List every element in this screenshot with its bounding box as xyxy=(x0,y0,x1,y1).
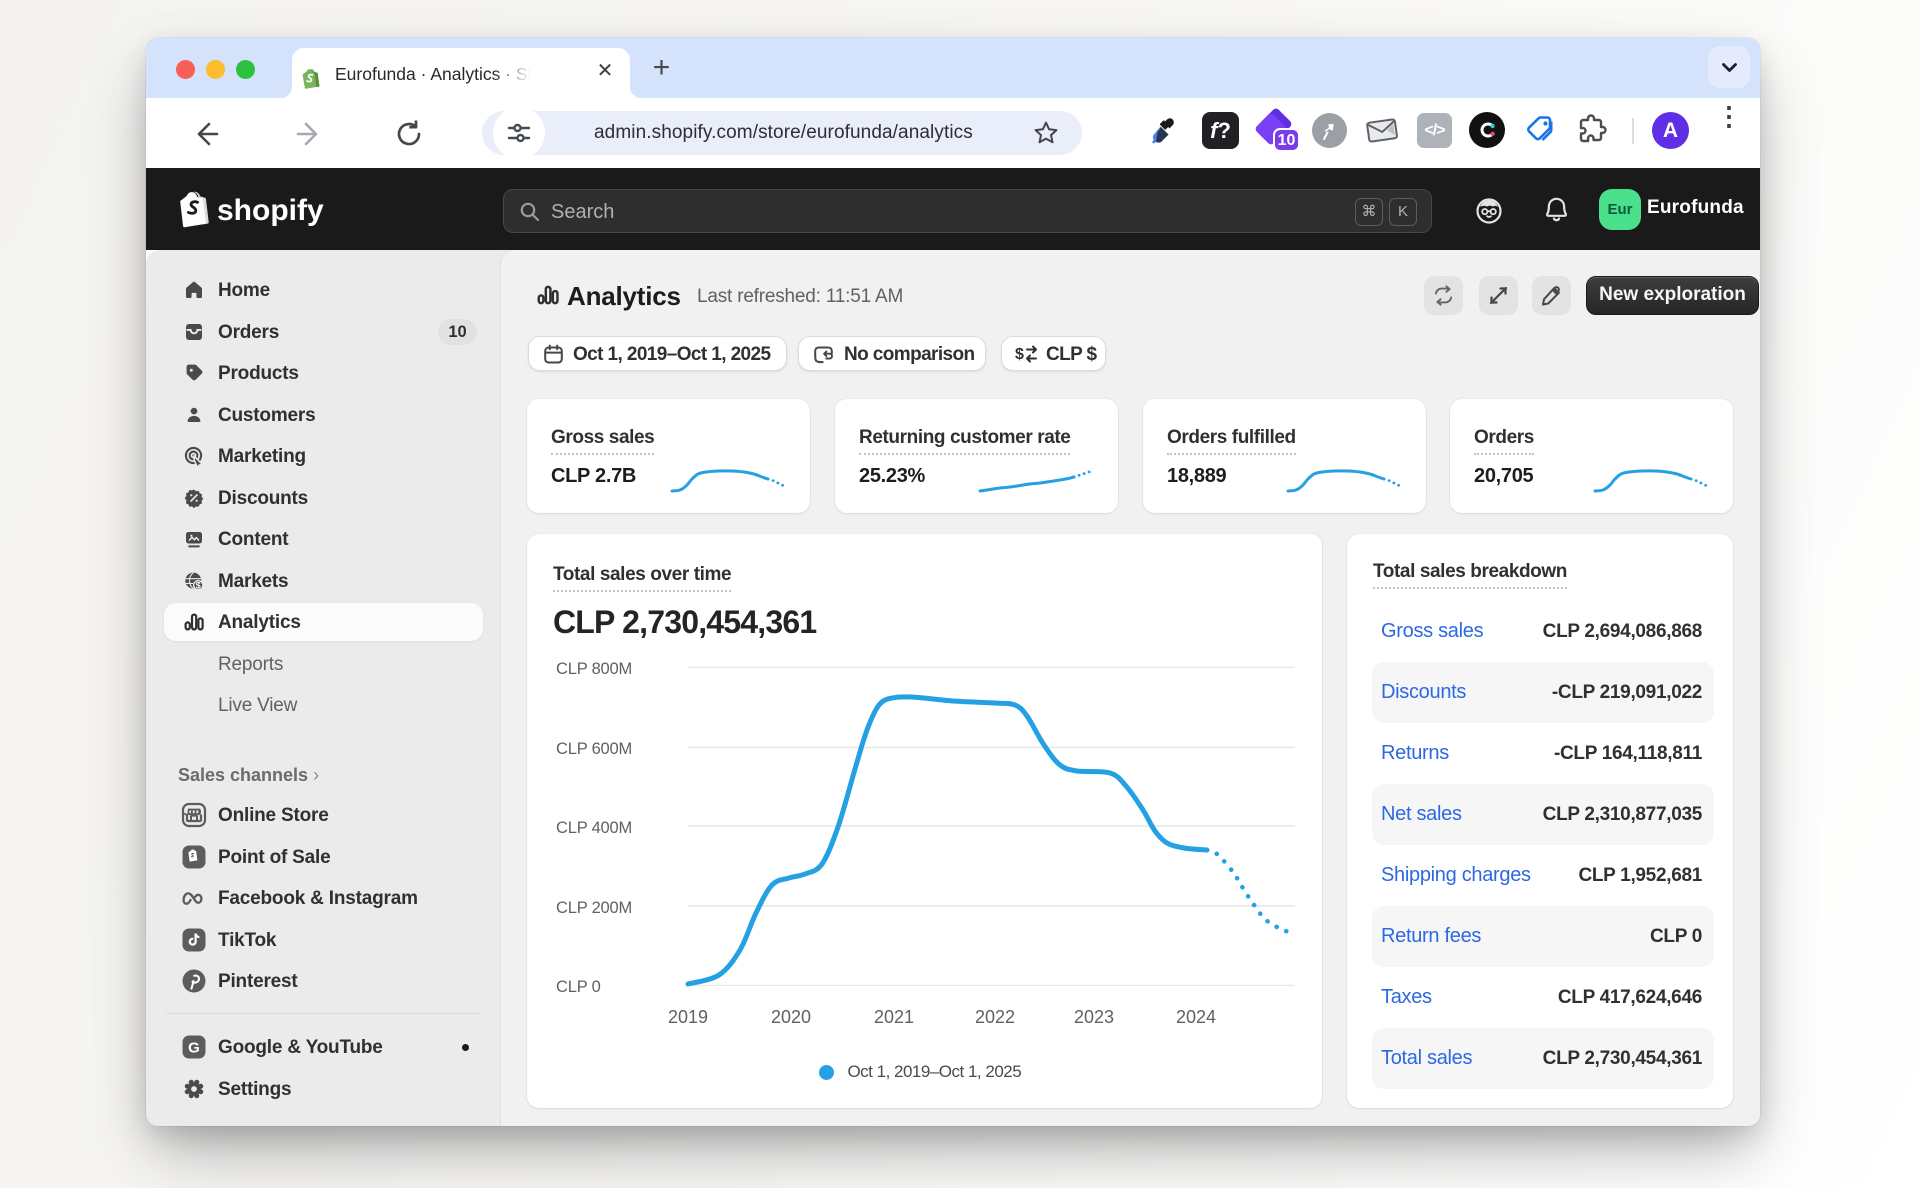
svg-text:G: G xyxy=(188,1040,200,1057)
svg-text:CLP 600M: CLP 600M xyxy=(556,740,632,758)
svg-text:2019: 2019 xyxy=(668,1007,708,1027)
svg-text:CLP 200M: CLP 200M xyxy=(556,899,632,917)
svg-text:CLP 800M: CLP 800M xyxy=(556,660,632,678)
svg-text:2024: 2024 xyxy=(1176,1007,1216,1027)
svg-text:2022: 2022 xyxy=(975,1007,1015,1027)
svg-text:2021: 2021 xyxy=(874,1007,914,1027)
svg-text:$: $ xyxy=(1015,346,1024,363)
svg-text:CLP 0: CLP 0 xyxy=(556,978,601,996)
svg-text:$: $ xyxy=(196,580,201,590)
svg-text:2020: 2020 xyxy=(771,1007,811,1027)
svg-text:2023: 2023 xyxy=(1074,1007,1114,1027)
svg-text:CLP 400M: CLP 400M xyxy=(556,819,632,837)
